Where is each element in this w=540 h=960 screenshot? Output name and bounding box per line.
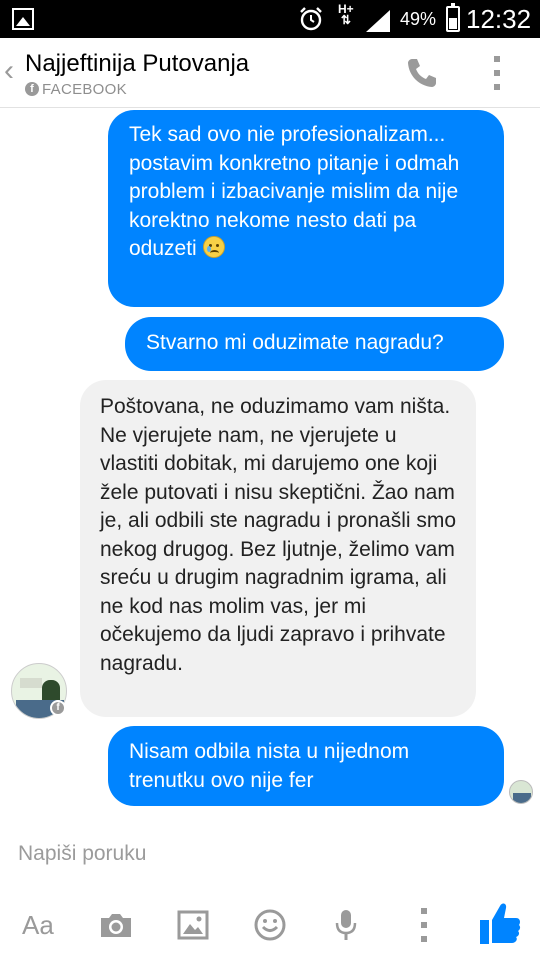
message-text: Nisam odbila nista u nijednom trenutku o… bbox=[129, 740, 410, 792]
message-composer: Aa bbox=[0, 820, 540, 960]
status-bar: H+ ⇅ 49% 12:32 bbox=[0, 0, 540, 38]
message-bubble-outgoing[interactable]: Nisam odbila nista u nijednom trenutku o… bbox=[108, 726, 504, 806]
seen-indicator-avatar bbox=[509, 780, 533, 804]
message-bubble-outgoing[interactable]: Tek sad ovo nie profesionalizam... posta… bbox=[108, 110, 504, 307]
text-format-button[interactable]: Aa bbox=[22, 908, 54, 942]
conversation-header: ‹ Najjeftinija Putovanja f FACEBOOK bbox=[0, 38, 540, 108]
facebook-icon: f bbox=[25, 82, 39, 96]
like-thumb-icon[interactable] bbox=[478, 900, 522, 946]
message-text: Stvarno mi oduzimate nagradu? bbox=[146, 331, 444, 354]
camera-icon[interactable] bbox=[98, 908, 134, 942]
clock: 12:32 bbox=[466, 4, 532, 34]
gallery-icon[interactable] bbox=[177, 908, 209, 942]
back-chevron-icon[interactable]: ‹ bbox=[4, 56, 14, 86]
crying-face-icon bbox=[202, 236, 225, 258]
message-text: Tek sad ovo nie profesionalizam... posta… bbox=[129, 123, 460, 260]
signal-icon bbox=[366, 10, 390, 32]
contact-source-label: FACEBOOK bbox=[42, 80, 127, 98]
message-bubble-outgoing[interactable]: Stvarno mi oduzimate nagradu? bbox=[125, 317, 504, 371]
battery-percent: 49% bbox=[400, 9, 437, 29]
more-options-icon[interactable] bbox=[421, 908, 427, 942]
facebook-badge-icon: f bbox=[50, 700, 66, 716]
contact-source: f FACEBOOK bbox=[25, 80, 127, 98]
contact-name[interactable]: Najjeftinija Putovanja bbox=[25, 50, 249, 78]
emoji-icon[interactable] bbox=[254, 908, 286, 942]
alarm-icon bbox=[300, 7, 322, 31]
message-input[interactable] bbox=[18, 840, 518, 868]
message-text: Poštovana, ne oduzimamo vam ništa. Ne vj… bbox=[100, 395, 457, 675]
network-type: H+ ⇅ bbox=[338, 2, 354, 27]
phone-call-icon[interactable] bbox=[405, 56, 439, 90]
battery-icon bbox=[446, 3, 460, 32]
message-bubble-incoming[interactable]: Poštovana, ne oduzimamo vam ništa. Ne vj… bbox=[80, 380, 476, 717]
microphone-icon[interactable] bbox=[335, 908, 357, 942]
gallery-notification-icon bbox=[12, 8, 34, 30]
overflow-menu-icon[interactable] bbox=[494, 56, 500, 90]
